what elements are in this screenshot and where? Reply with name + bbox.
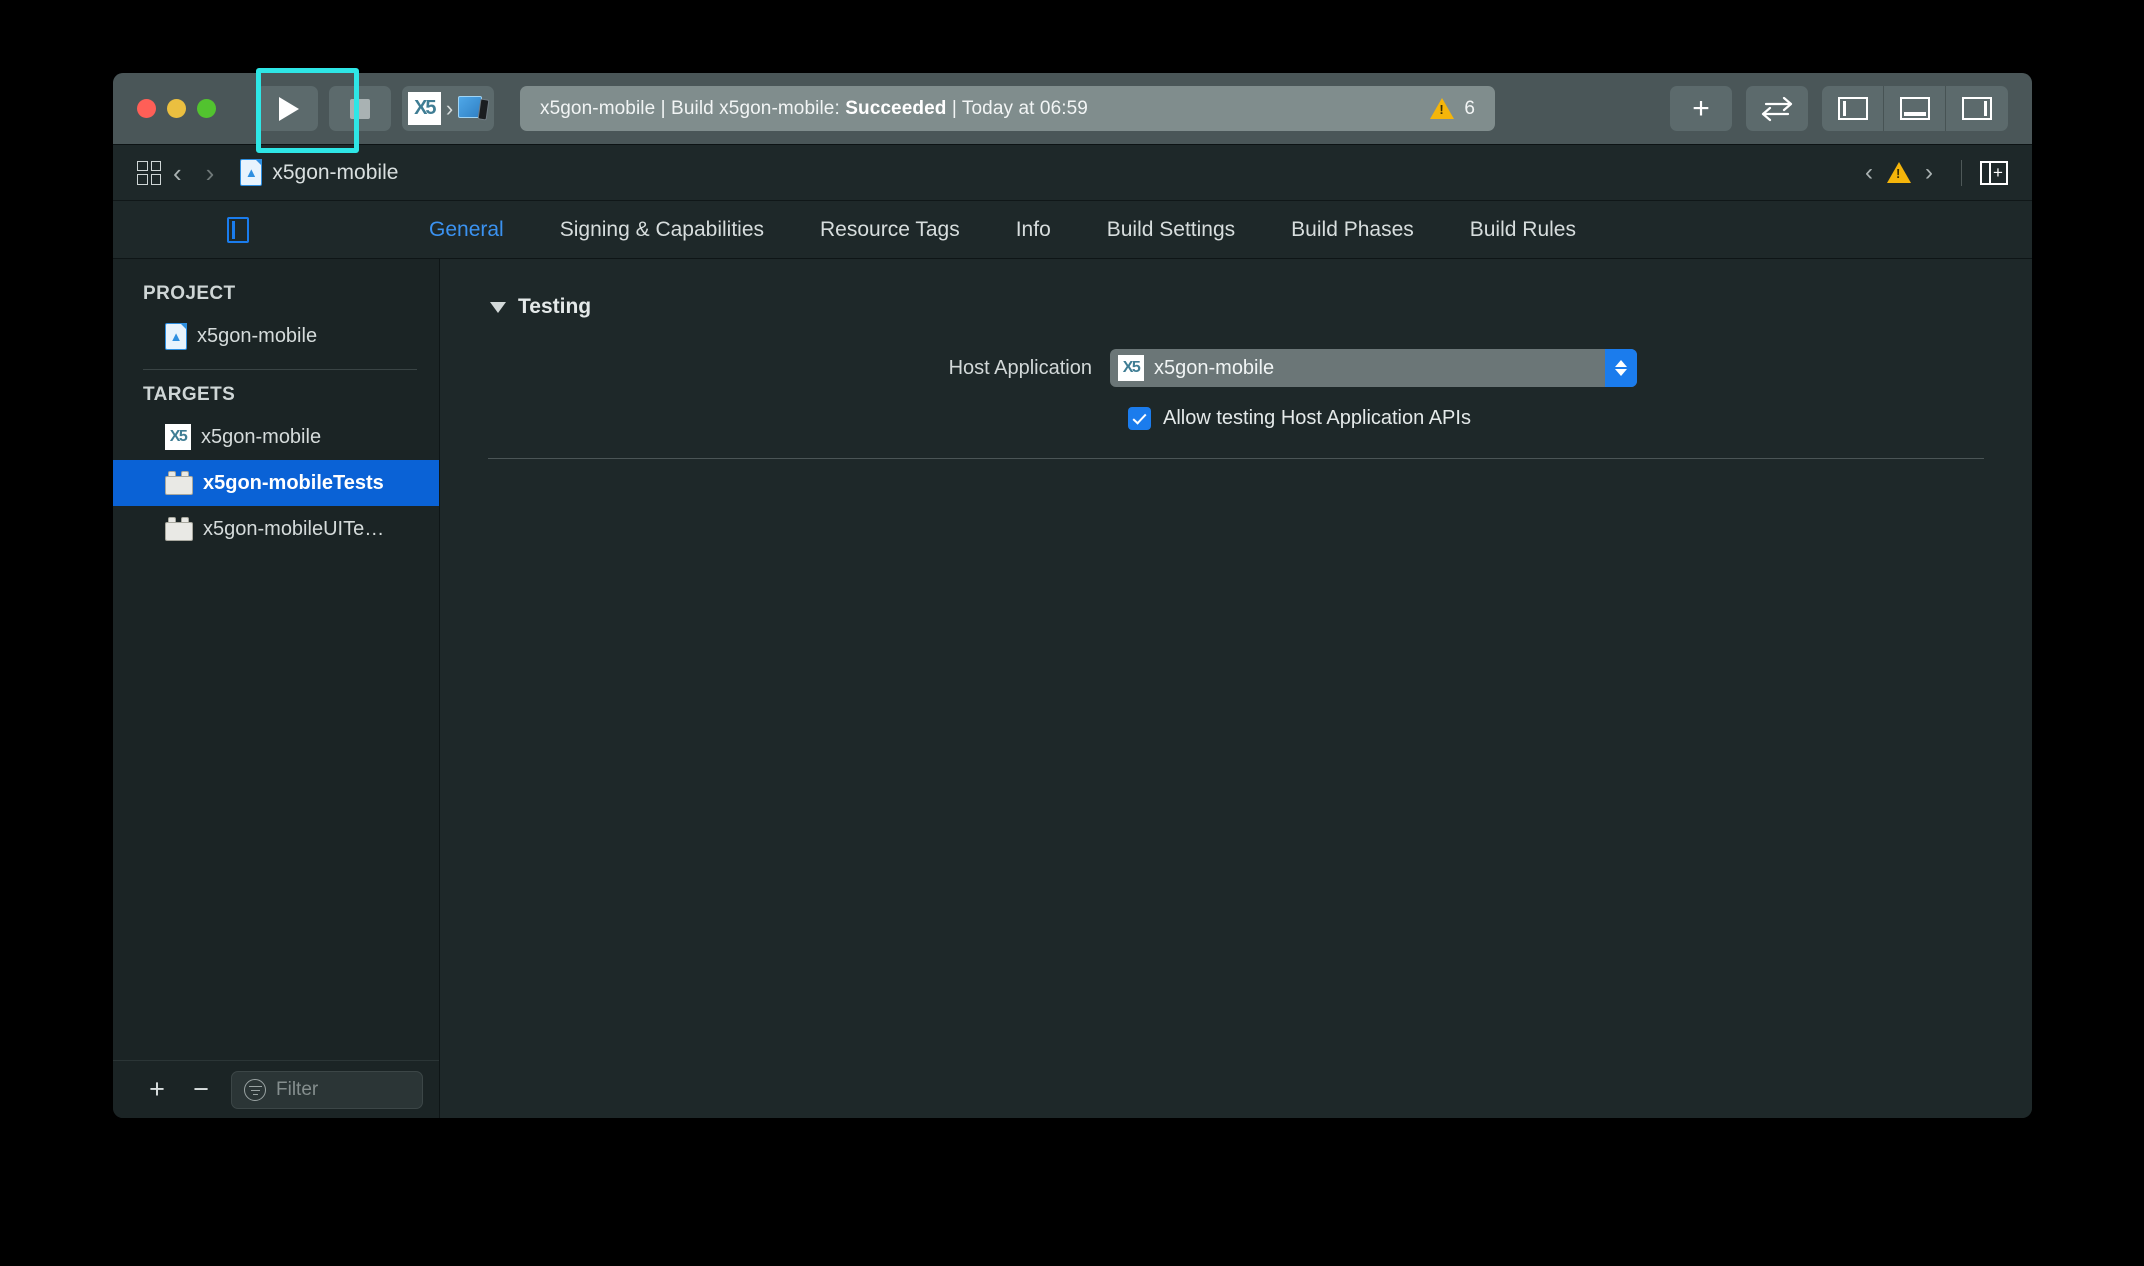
add-button[interactable]: + — [1670, 86, 1732, 131]
project-editor-icon[interactable] — [227, 216, 249, 243]
window-toolbar: X5 › x5gon-mobile | Build x5gon-mobile: … — [113, 73, 2032, 145]
filter-input[interactable]: Filter — [231, 1070, 423, 1109]
testing-section-header[interactable]: Testing — [490, 295, 2032, 319]
filter-placeholder: Filter — [276, 1078, 319, 1100]
filter-icon — [244, 1078, 266, 1101]
test-bundle-icon — [165, 517, 193, 541]
navigation-bar: ‹ › ▲ x5gon-mobile ‹ › + — [113, 145, 2032, 201]
chevron-right-icon: › — [445, 95, 454, 121]
tab-resource-tags[interactable]: Resource Tags — [792, 218, 988, 242]
next-issue-button[interactable]: › — [1915, 159, 1943, 187]
section-divider — [488, 458, 1984, 459]
tab-build-phases[interactable]: Build Phases — [1263, 218, 1442, 242]
stop-icon — [350, 98, 370, 119]
host-application-value: x5gon-mobile — [1154, 356, 1275, 379]
navigator-pane-toggle[interactable] — [1822, 86, 1884, 131]
status-warning-group[interactable]: 6 — [1430, 98, 1475, 120]
tab-build-settings[interactable]: Build Settings — [1079, 218, 1263, 242]
sidebar-item-label: x5gon-mobileUITe… — [203, 517, 385, 540]
tab-general[interactable]: General — [401, 218, 532, 242]
checkmark-icon — [1132, 409, 1147, 425]
sidebar-item-label: x5gon-mobile — [197, 324, 318, 347]
divider — [1961, 159, 1962, 186]
xcode-project-icon: ▲ — [240, 159, 263, 186]
inspector-pane-toggle[interactable] — [1946, 86, 2008, 131]
disclosure-triangle-icon[interactable] — [490, 301, 506, 313]
app-target-icon: X5 — [165, 424, 191, 450]
sidebar-item-label: x5gon-mobile — [201, 425, 322, 448]
sidebar-section-targets: TARGETS — [143, 384, 236, 405]
popup-stepper-icon[interactable] — [1605, 349, 1637, 387]
debug-pane-toggle[interactable] — [1884, 86, 1946, 131]
minimize-window-button[interactable] — [167, 99, 186, 118]
warning-triangle-icon[interactable] — [1887, 162, 1911, 183]
previous-issue-button[interactable]: ‹ — [1855, 159, 1883, 187]
section-title: Testing — [518, 295, 592, 318]
sidebar-item-target-x5gon-mobile[interactable]: X5 x5gon-mobile — [113, 414, 439, 460]
xcode-window: X5 › x5gon-mobile | Build x5gon-mobile: … — [113, 73, 2032, 1118]
swap-arrows-icon — [1761, 96, 1793, 121]
swap-editor-button[interactable] — [1746, 86, 1808, 131]
destination-device-icon — [458, 95, 490, 123]
host-application-row: Host Application X5 x5gon-mobile — [440, 349, 2032, 387]
host-application-label: Host Application — [948, 356, 1092, 379]
run-button[interactable] — [256, 86, 318, 131]
sidebar-item-target-x5gon-mobileUITests[interactable]: x5gon-mobileUITe… — [113, 506, 439, 552]
app-target-icon: X5 — [1118, 355, 1144, 381]
activity-status-bar[interactable]: x5gon-mobile | Build x5gon-mobile: Succe… — [520, 86, 1495, 131]
sidebar-list: PROJECT ▲ x5gon-mobile TARGETS X5 x5gon-… — [113, 259, 439, 1060]
remove-target-button[interactable]: − — [179, 1070, 223, 1110]
breadcrumb[interactable]: ▲ x5gon-mobile — [240, 159, 398, 186]
allow-testing-checkbox[interactable] — [1128, 407, 1151, 430]
scheme-app-icon: X5 — [407, 92, 441, 125]
toolbar-right-group: + — [1670, 86, 2008, 131]
tab-build-rules[interactable]: Build Rules — [1442, 218, 1604, 242]
back-button[interactable]: ‹ — [161, 160, 194, 186]
project-targets-sidebar: PROJECT ▲ x5gon-mobile TARGETS X5 x5gon-… — [113, 259, 440, 1118]
play-icon — [279, 96, 299, 121]
tab-signing-capabilities[interactable]: Signing & Capabilities — [532, 218, 792, 242]
allow-testing-label: Allow testing Host Application APIs — [1163, 407, 1471, 429]
testing-form: Host Application X5 x5gon-mobile Allow t… — [440, 349, 2032, 430]
warning-count: 6 — [1464, 97, 1475, 119]
tab-list: General Signing & Capabilities Resource … — [401, 218, 1604, 242]
editor-tab-bar: General Signing & Capabilities Resource … — [113, 201, 2032, 259]
add-editor-icon[interactable]: + — [1980, 160, 2008, 185]
test-bundle-icon — [165, 471, 193, 495]
plus-icon: + — [1692, 91, 1710, 125]
host-application-popup-button[interactable]: X5 x5gon-mobile — [1110, 349, 1637, 387]
xcode-project-icon: ▲ — [165, 322, 187, 350]
sidebar-section-project: PROJECT — [143, 283, 236, 304]
add-target-button[interactable]: + — [135, 1070, 179, 1110]
warning-triangle-icon — [1430, 98, 1455, 119]
sidebar-item-label: x5gon-mobileTests — [203, 471, 384, 494]
editor-body: PROJECT ▲ x5gon-mobile TARGETS X5 x5gon-… — [113, 259, 2032, 1118]
allow-testing-row: Allow testing Host Application APIs — [440, 407, 2032, 430]
sidebar-item-target-x5gon-mobileTests[interactable]: x5gon-mobileTests — [113, 460, 439, 506]
layout-toggle-group — [1822, 86, 2008, 131]
stop-button[interactable] — [329, 86, 391, 131]
navigation-bar-right: ‹ › + — [1855, 159, 2008, 187]
forward-button[interactable]: › — [194, 160, 227, 186]
sidebar-divider — [143, 369, 417, 370]
sidebar-item-project-x5gon-mobile[interactable]: ▲ x5gon-mobile — [113, 313, 439, 359]
grid-view-icon[interactable] — [137, 160, 161, 185]
status-text: x5gon-mobile | Build x5gon-mobile: Succe… — [540, 97, 1088, 119]
scheme-destination-selector[interactable]: X5 › — [402, 86, 494, 131]
breadcrumb-item-project[interactable]: x5gon-mobile — [272, 161, 398, 185]
sidebar-footer: + − Filter — [113, 1060, 439, 1118]
traffic-lights — [137, 99, 216, 118]
tab-info[interactable]: Info — [988, 218, 1079, 242]
general-settings-pane: Testing Host Application X5 x5gon-mobile — [440, 259, 2032, 1118]
close-window-button[interactable] — [137, 99, 156, 118]
maximize-window-button[interactable] — [197, 99, 216, 118]
